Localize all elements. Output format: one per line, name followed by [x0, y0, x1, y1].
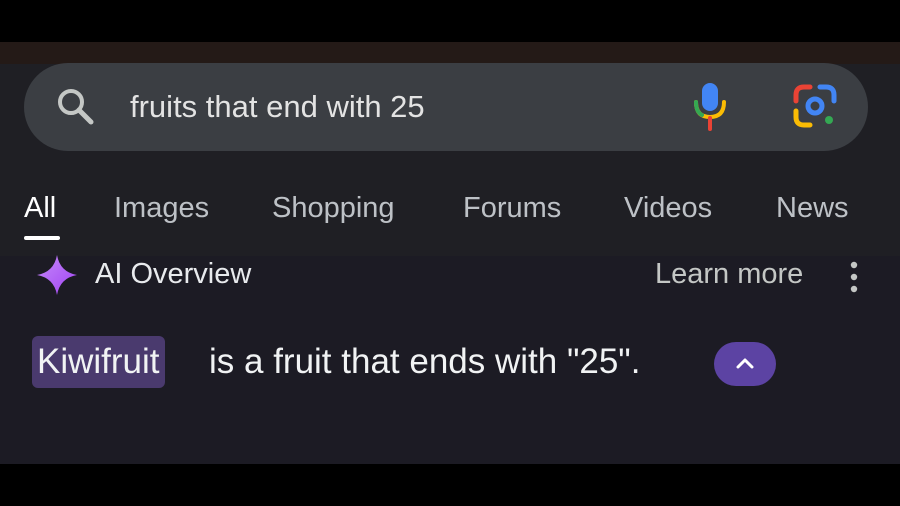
learn-more-link[interactable]: Learn more [655, 258, 803, 291]
search-bar[interactable]: fruits that end with 25 [24, 63, 868, 151]
answer-text: is a fruit that ends with "25". [209, 342, 641, 381]
google-lens-icon[interactable] [792, 83, 838, 129]
chevron-up-icon [736, 358, 754, 369]
status-strip [0, 42, 900, 64]
tab-news[interactable]: News [776, 192, 849, 225]
collapse-button[interactable] [714, 342, 776, 386]
search-tabs: All Images Shopping Forums Videos News [0, 172, 900, 242]
tab-forums[interactable]: Forums [463, 192, 561, 225]
more-vert-icon[interactable] [845, 260, 863, 294]
tab-videos[interactable]: Videos [624, 192, 712, 225]
ai-overview-title: AI Overview [95, 258, 252, 290]
tab-images[interactable]: Images [114, 192, 209, 225]
tab-shopping[interactable]: Shopping [272, 192, 395, 225]
ai-overview-answer: Kiwifruit is a fruit that ends with "25"… [0, 330, 900, 400]
microphone-icon[interactable] [690, 80, 730, 132]
search-icon[interactable] [54, 85, 98, 129]
answer-highlight: Kiwifruit [32, 336, 165, 388]
tab-all[interactable]: All [24, 192, 56, 225]
sparkle-icon [36, 254, 78, 296]
ai-overview-header: AI Overview Learn more [0, 240, 900, 310]
search-input[interactable]: fruits that end with 25 [130, 85, 425, 129]
